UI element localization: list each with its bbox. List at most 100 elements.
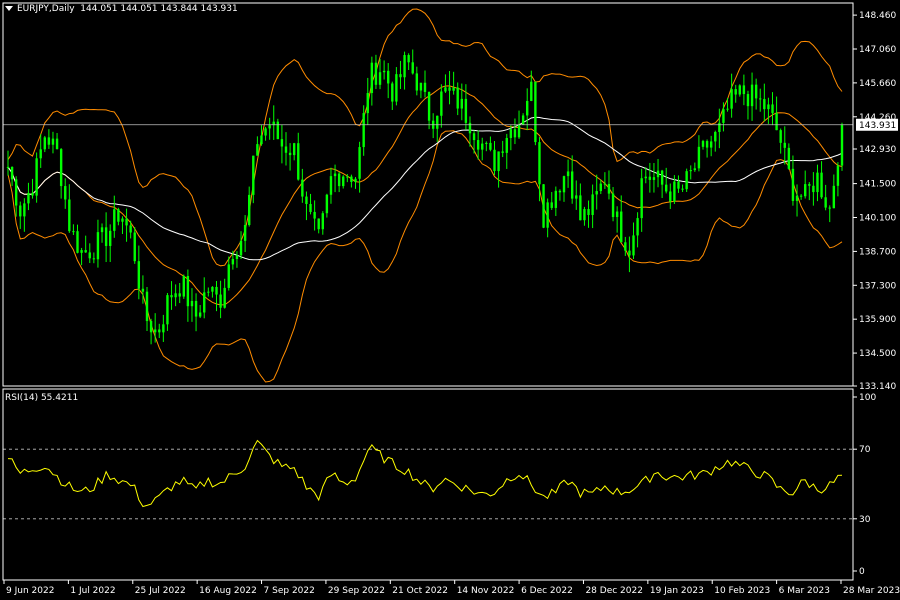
price-tick-label: 134.500 — [859, 349, 896, 359]
candle-body — [141, 288, 145, 292]
candle-body — [787, 147, 791, 169]
candle-body — [174, 293, 177, 298]
candle-body — [476, 140, 480, 150]
candle-body — [374, 62, 378, 85]
candle-body — [84, 250, 87, 253]
candle-body — [538, 142, 541, 185]
candle-body — [346, 176, 349, 178]
candle-body — [329, 176, 333, 195]
candle-body — [808, 184, 811, 186]
candle-body — [489, 142, 492, 150]
candle-body — [816, 172, 819, 193]
candle-body — [35, 158, 38, 196]
price-tick-label: 140.100 — [859, 213, 896, 223]
candle-body — [59, 149, 63, 187]
candle-body — [656, 170, 660, 178]
candle-body — [505, 137, 508, 153]
candle-body — [836, 165, 840, 186]
candle-body — [121, 218, 124, 222]
candle-body — [415, 73, 419, 91]
candle-body — [125, 218, 128, 226]
candle-body — [321, 213, 324, 230]
candle-body — [448, 87, 451, 91]
rsi-tick-label: 0 — [859, 567, 865, 577]
candle-body — [799, 195, 803, 197]
candle-body — [211, 286, 214, 292]
chart-canvas[interactable]: 148.460147.060145.660144.260142.930141.5… — [0, 0, 900, 600]
candle-body — [718, 122, 721, 132]
candle-body — [252, 155, 255, 195]
time-tick-label: 14 Nov 2022 — [457, 586, 515, 596]
candle-body — [391, 83, 394, 102]
candle-body — [714, 131, 717, 142]
time-tick-label: 28 Dec 2022 — [585, 586, 643, 596]
candle-body — [411, 62, 414, 74]
candle-body — [51, 138, 55, 145]
candle-body — [248, 194, 251, 225]
candle-body — [746, 94, 750, 107]
candle-body — [158, 329, 161, 333]
candle-body — [297, 143, 300, 180]
candle-body — [460, 98, 463, 109]
time-tick-label: 10 Feb 2023 — [714, 586, 770, 596]
rsi-pane — [3, 439, 853, 520]
candle-body — [566, 171, 570, 177]
candle-body — [530, 81, 533, 101]
candle-body — [660, 170, 664, 185]
price-tick-label: 135.900 — [859, 315, 896, 325]
time-tick-label: 6 Dec 2022 — [521, 586, 573, 596]
candle-body — [599, 183, 602, 192]
candle-body — [190, 300, 194, 307]
candle-body — [570, 171, 574, 199]
candle-body — [113, 209, 116, 231]
price-tick-label: 133.140 — [859, 382, 896, 392]
candle-body — [767, 104, 770, 110]
candle-body — [387, 70, 390, 84]
candle-body — [117, 209, 120, 222]
candle-body — [227, 264, 230, 288]
candle-body — [64, 186, 67, 200]
rsi-tick-label: 30 — [859, 515, 871, 525]
candle-body — [166, 295, 169, 325]
candle-body — [378, 72, 382, 85]
candle-body — [198, 312, 202, 317]
candle-body — [759, 98, 762, 100]
price-tick-label: 141.500 — [859, 180, 896, 190]
candle-body — [133, 232, 136, 262]
candle-body — [27, 192, 30, 204]
candle-body — [440, 91, 443, 116]
candle-body — [705, 141, 709, 148]
candle-body — [137, 261, 141, 289]
candle-body — [194, 300, 198, 317]
candle-body — [546, 202, 549, 228]
candle-body — [104, 227, 108, 246]
price-tick-label: 145.660 — [859, 79, 896, 89]
candle-body — [153, 329, 157, 333]
candle-body — [513, 129, 517, 138]
price-pane-border — [2, 2, 854, 387]
candle-body — [31, 192, 34, 196]
candle-body — [754, 84, 758, 99]
candle-body — [624, 242, 627, 251]
candle-body — [665, 184, 668, 192]
candle-body — [730, 89, 733, 109]
candle-body — [628, 250, 631, 256]
candle-body — [689, 170, 692, 172]
candle-body — [19, 205, 22, 217]
candle-body — [534, 81, 537, 143]
candle-body — [219, 294, 222, 308]
candle-body — [726, 108, 729, 110]
candle-body — [701, 141, 705, 147]
candle-body — [284, 146, 288, 153]
price-tick-label: 142.930 — [859, 145, 896, 155]
candle-body — [72, 231, 75, 233]
candle-body — [243, 224, 247, 241]
candle-body — [129, 225, 132, 233]
candle-body — [550, 202, 553, 208]
candle-body — [812, 185, 815, 193]
time-tick-label: 21 Oct 2022 — [392, 586, 448, 596]
candle-body — [207, 291, 210, 293]
candle-body — [779, 130, 782, 143]
candle-body — [824, 197, 827, 208]
candle-body — [288, 152, 292, 156]
